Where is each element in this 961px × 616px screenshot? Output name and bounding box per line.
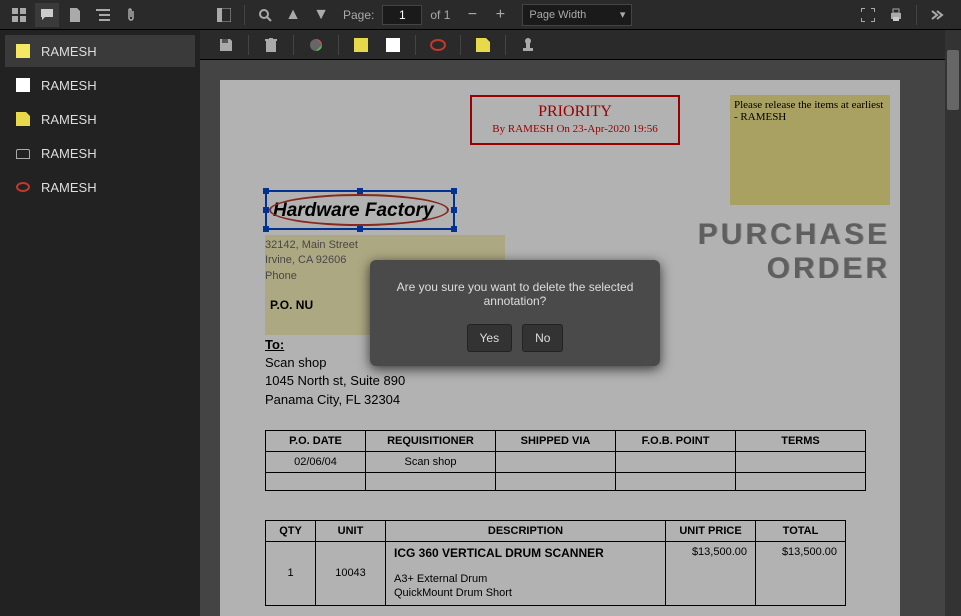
- yes-button[interactable]: Yes: [467, 324, 513, 352]
- priority-subtitle: By RAMESH On 23-Apr-2020 19:56: [478, 123, 672, 135]
- ellipse-icon: [15, 179, 31, 195]
- save-icon[interactable]: [214, 33, 238, 57]
- page-total: of 1: [430, 8, 450, 22]
- print-icon[interactable]: [884, 3, 908, 27]
- annotation-label: RAMESH: [41, 112, 97, 127]
- resize-handle[interactable]: [451, 188, 457, 194]
- annotation-item[interactable]: RAMESH: [5, 35, 195, 67]
- po-info-table: P.O. DATE REQUISITIONER SHIPPED VIA F.O.…: [265, 430, 866, 491]
- no-button[interactable]: No: [522, 324, 563, 352]
- annotation-label: RAMESH: [41, 78, 97, 93]
- outline-icon[interactable]: [91, 3, 115, 27]
- zoom-in-icon[interactable]: +: [488, 3, 512, 27]
- sticky-note-icon: [15, 111, 31, 127]
- separator: [460, 35, 461, 55]
- scrollbar[interactable]: [945, 30, 961, 616]
- table-row: 1 10043 ICG 360 VERTICAL DRUM SCANNER A3…: [266, 542, 846, 606]
- sticky-text: Please release the items at earliest - R…: [734, 99, 886, 123]
- toolbar-center: ▲ ▼ Page: of 1 − + Page Width ▾: [200, 3, 854, 27]
- priority-stamp[interactable]: PRIORITY By RAMESH On 23-Apr-2020 19:56: [470, 95, 680, 145]
- annotation-item[interactable]: RAMESH: [5, 103, 195, 135]
- priority-title: PRIORITY: [478, 103, 672, 121]
- color-picker-icon[interactable]: [304, 33, 328, 57]
- line-items-table: QTY UNIT DESCRIPTION UNIT PRICE TOTAL 1 …: [265, 520, 846, 606]
- annotation-item[interactable]: RAMESH: [5, 69, 195, 101]
- separator: [248, 35, 249, 55]
- page-label: Page:: [343, 8, 374, 22]
- separator: [415, 35, 416, 55]
- delete-icon[interactable]: [259, 33, 283, 57]
- heading-line2: ORDER: [698, 252, 890, 286]
- top-toolbar: ▲ ▼ Page: of 1 − + Page Width ▾: [0, 0, 961, 30]
- document-icon[interactable]: [63, 3, 87, 27]
- add-sticky-icon[interactable]: [471, 33, 495, 57]
- prev-page-icon[interactable]: ▲: [281, 3, 305, 27]
- search-icon[interactable]: [253, 3, 277, 27]
- resize-handle[interactable]: [357, 226, 363, 232]
- more-icon[interactable]: [925, 3, 949, 27]
- page-input[interactable]: [382, 5, 422, 25]
- resize-handle[interactable]: [263, 188, 269, 194]
- draw-ellipse-icon[interactable]: [426, 33, 450, 57]
- scrollbar-thumb[interactable]: [947, 50, 959, 110]
- resize-handle[interactable]: [451, 207, 457, 213]
- document-heading: PURCHASE ORDER: [698, 218, 890, 286]
- ellipse-shape: [269, 194, 449, 226]
- table-row: 02/06/04 Scan shop: [266, 452, 866, 473]
- table-header-row: QTY UNIT DESCRIPTION UNIT PRICE TOTAL: [266, 521, 846, 542]
- attachment-icon[interactable]: [119, 3, 143, 27]
- table-header-row: P.O. DATE REQUISITIONER SHIPPED VIA F.O.…: [266, 431, 866, 452]
- annotation-label: RAMESH: [41, 44, 97, 59]
- separator: [916, 5, 917, 25]
- stamp-icon: [15, 145, 31, 161]
- sticky-note[interactable]: Please release the items at earliest - R…: [730, 95, 890, 205]
- zoom-value: Page Width: [529, 9, 586, 21]
- fullscreen-icon[interactable]: [856, 3, 880, 27]
- thumbnails-icon[interactable]: [7, 3, 31, 27]
- selected-ellipse-annotation[interactable]: Hardware Factory: [265, 190, 455, 230]
- annotation-item[interactable]: RAMESH: [5, 171, 195, 203]
- separator: [505, 35, 506, 55]
- dialog-message: Are you sure you want to delete the sele…: [385, 280, 645, 308]
- chevron-down-icon: ▾: [620, 8, 626, 21]
- toolbar-right: [854, 3, 961, 27]
- zoom-out-icon[interactable]: −: [460, 3, 484, 27]
- highlight-white-icon[interactable]: [381, 33, 405, 57]
- annotation-item[interactable]: RAMESH: [5, 137, 195, 169]
- add-stamp-icon[interactable]: [516, 33, 540, 57]
- separator: [293, 35, 294, 55]
- dialog-buttons: Yes No: [385, 324, 645, 352]
- sidebar: RAMESH RAMESH RAMESH RAMESH RAMESH: [0, 30, 200, 616]
- resize-handle[interactable]: [263, 226, 269, 232]
- sidebar-toggle-icon[interactable]: [212, 3, 236, 27]
- annotation-label: RAMESH: [41, 146, 97, 161]
- separator: [338, 35, 339, 55]
- note-white-icon: [15, 77, 31, 93]
- zoom-select[interactable]: Page Width ▾: [522, 4, 632, 26]
- highlight-yellow-icon[interactable]: [349, 33, 373, 57]
- annotation-toolbar: [200, 30, 961, 60]
- po-number-label: P.O. NU: [270, 298, 313, 312]
- heading-line1: PURCHASE: [698, 218, 890, 252]
- highlight-note-icon: [15, 43, 31, 59]
- separator: [244, 5, 245, 25]
- table-row: [266, 473, 866, 491]
- comments-icon[interactable]: [35, 3, 59, 27]
- confirm-delete-dialog: Are you sure you want to delete the sele…: [370, 260, 660, 366]
- annotation-label: RAMESH: [41, 180, 97, 195]
- sidebar-tabs: [0, 3, 200, 27]
- resize-handle[interactable]: [451, 226, 457, 232]
- description-cell: ICG 360 VERTICAL DRUM SCANNER A3+ Extern…: [386, 542, 666, 606]
- next-page-icon[interactable]: ▼: [309, 3, 333, 27]
